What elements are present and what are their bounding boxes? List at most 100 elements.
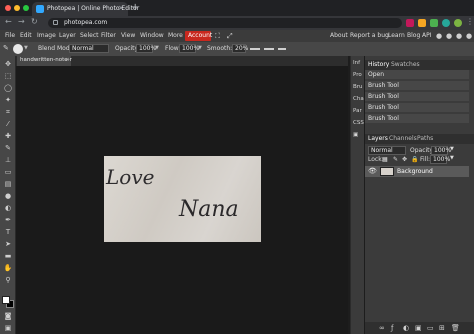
foreground-color-swatch[interactable] <box>2 296 10 304</box>
eyedropper-tool-icon[interactable]: ⁄ <box>3 120 13 128</box>
screen-mode-icon[interactable]: ▣ <box>3 324 13 332</box>
expand-icon[interactable]: ⤢ <box>227 32 233 41</box>
tab-history[interactable]: History <box>368 61 389 68</box>
extension-icon[interactable] <box>418 19 426 27</box>
symmetry-icon[interactable] <box>278 48 286 50</box>
hand-tool-icon[interactable]: ✋ <box>3 264 13 272</box>
layer-blend-mode-select[interactable]: Normal <box>368 146 406 155</box>
extension-icon[interactable] <box>406 19 414 27</box>
lasso-tool-icon[interactable]: ◯ <box>3 84 13 92</box>
brush-preset-picker[interactable] <box>13 44 23 54</box>
window-minimize-button[interactable] <box>14 5 20 11</box>
layer-mask-icon[interactable]: ▣ <box>415 324 422 332</box>
tab-swatches[interactable]: Swatches <box>391 61 420 68</box>
canvas-workspace[interactable]: Love Nana <box>16 66 348 334</box>
menu-blog[interactable]: Blog <box>407 32 420 39</box>
menu-api[interactable]: API <box>422 32 432 39</box>
layer-row[interactable]: 👁 Background <box>365 166 469 177</box>
type-tool-icon[interactable]: T <box>3 228 13 236</box>
history-item[interactable]: Brush Tool <box>365 81 469 91</box>
forward-button[interactable]: → <box>18 17 25 26</box>
move-tool-icon[interactable]: ✥ <box>3 60 13 68</box>
image-panel-icon[interactable]: ▣ <box>353 132 358 138</box>
menu-image[interactable]: Image <box>37 32 56 39</box>
layer-opacity-input[interactable]: 100% <box>431 146 451 155</box>
brush-tool-icon[interactable]: ✎ <box>3 144 13 152</box>
chevron-down-icon[interactable]: ▼ <box>24 45 28 51</box>
quick-mask-icon[interactable]: ◙ <box>3 312 13 320</box>
document-canvas[interactable]: Love Nana <box>104 156 261 242</box>
character-panel-button[interactable]: Cha <box>353 96 364 102</box>
url-input[interactable]: photopea.com <box>48 18 402 28</box>
info-panel-button[interactable]: Inf <box>353 60 360 66</box>
history-item[interactable]: Brush Tool <box>365 103 469 113</box>
new-layer-icon[interactable]: ⊞ <box>439 324 445 332</box>
close-tab-icon[interactable]: × <box>118 4 124 12</box>
extension-icon[interactable] <box>442 19 450 27</box>
lock-pixels-icon[interactable]: ✎ <box>393 156 398 163</box>
document-tab[interactable]: handwritten-note-r × <box>17 56 72 66</box>
link-layers-icon[interactable]: ∞ <box>379 324 385 332</box>
lock-transparency-icon[interactable]: ▦ <box>382 156 388 163</box>
layer-fill-input[interactable]: 100% <box>430 155 450 164</box>
brush-settings-icon[interactable] <box>250 48 260 50</box>
magic-wand-tool-icon[interactable]: ✦ <box>3 96 13 104</box>
pressure-icon[interactable] <box>264 48 274 50</box>
menu-filter[interactable]: Filter <box>101 32 116 39</box>
healing-brush-tool-icon[interactable]: ✚ <box>3 132 13 140</box>
back-button[interactable]: ← <box>5 17 12 26</box>
gradient-tool-icon[interactable]: ▤ <box>3 180 13 188</box>
shape-tool-icon[interactable]: ▬ <box>3 252 13 260</box>
window-zoom-button[interactable] <box>23 5 29 11</box>
twitter-icon[interactable]: ● <box>446 32 452 40</box>
menu-edit[interactable]: Edit <box>20 32 32 39</box>
history-item[interactable]: Open <box>365 70 469 80</box>
eraser-tool-icon[interactable]: ▭ <box>3 168 13 176</box>
paragraph-panel-button[interactable]: Par <box>353 108 362 114</box>
menu-file[interactable]: File <box>5 32 15 39</box>
menu-more[interactable]: More <box>168 32 183 39</box>
brush-panel-button[interactable]: Bru <box>353 84 363 90</box>
menu-select[interactable]: Select <box>80 32 99 39</box>
extension-icon[interactable] <box>430 19 438 27</box>
path-select-tool-icon[interactable]: ➤ <box>3 240 13 248</box>
lock-position-icon[interactable]: ✥ <box>402 156 407 163</box>
blur-tool-icon[interactable]: ● <box>3 192 13 200</box>
eye-icon[interactable]: 👁 <box>368 167 377 175</box>
dodge-tool-icon[interactable]: ◐ <box>3 204 13 212</box>
menu-view[interactable]: View <box>121 32 135 39</box>
new-tab-button[interactable]: + <box>131 2 139 13</box>
menu-about[interactable]: About <box>330 32 348 39</box>
account-button[interactable]: Account <box>185 31 212 41</box>
menu-learn[interactable]: Learn <box>388 32 405 39</box>
layer-style-icon[interactable]: ƒ <box>391 324 393 332</box>
fullscreen-icon[interactable]: ⛶ <box>215 32 220 41</box>
github-icon[interactable]: ● <box>466 32 472 40</box>
opacity-dropdown-icon[interactable]: ▼ <box>155 45 159 51</box>
tab-channels[interactable]: Channels <box>389 135 417 142</box>
profile-avatar[interactable] <box>454 19 462 27</box>
tab-layers[interactable]: Layers <box>368 135 388 142</box>
reddit-icon[interactable]: ● <box>436 32 442 40</box>
flow-dropdown-icon[interactable]: ▼ <box>198 45 202 51</box>
crop-tool-icon[interactable]: ⌗ <box>3 108 13 116</box>
smooth-input[interactable]: 20% <box>232 44 248 53</box>
lock-all-icon[interactable]: 🔒 <box>411 156 418 163</box>
blend-mode-select[interactable]: Normal <box>69 44 109 53</box>
menu-report-bug[interactable]: Report a bug <box>350 32 389 39</box>
opacity-input[interactable]: 100% <box>136 44 156 53</box>
browser-tab[interactable]: Photopea | Online Photo Editor × <box>32 2 139 16</box>
browser-menu-icon[interactable]: ⋮ <box>466 17 474 26</box>
chevron-down-icon[interactable]: ▼ <box>450 155 454 161</box>
css-panel-button[interactable]: CSS <box>353 120 364 126</box>
delete-layer-icon[interactable]: 🗑 <box>451 324 460 332</box>
clone-stamp-tool-icon[interactable]: ⊥ <box>3 156 13 164</box>
zoom-tool-icon[interactable]: ⚲ <box>3 276 13 284</box>
window-close-button[interactable] <box>5 5 11 11</box>
reload-button[interactable]: ↻ <box>31 17 38 26</box>
history-item[interactable]: Brush Tool <box>365 114 469 124</box>
brush-tool-icon[interactable]: ✎ <box>3 44 9 52</box>
menu-window[interactable]: Window <box>140 32 164 39</box>
menu-layer[interactable]: Layer <box>59 32 76 39</box>
facebook-icon[interactable]: ● <box>456 32 462 40</box>
